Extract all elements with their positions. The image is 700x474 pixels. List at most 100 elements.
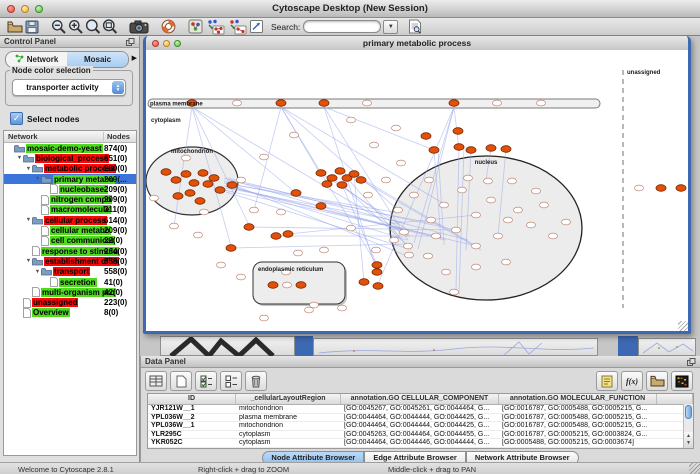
network-node-unselected[interactable] xyxy=(392,125,401,131)
network-node-unselected[interactable] xyxy=(458,187,467,193)
zoom-out-icon[interactable] xyxy=(50,19,67,35)
zoom-fit-icon[interactable] xyxy=(101,19,118,35)
table-scrollbar[interactable]: ▲▼ xyxy=(683,404,693,448)
delete-attribute-icon[interactable] xyxy=(245,371,267,391)
network-node-selected[interactable] xyxy=(226,245,236,252)
network-node-unselected[interactable] xyxy=(338,305,347,311)
column-management-icon[interactable] xyxy=(145,371,167,391)
network-node-selected[interactable] xyxy=(181,171,191,178)
network-node-unselected[interactable] xyxy=(508,178,517,184)
network-node-selected[interactable] xyxy=(356,177,366,184)
network-node-unselected[interactable] xyxy=(370,142,379,148)
notes-icon[interactable] xyxy=(596,371,618,391)
network-node-unselected[interactable] xyxy=(493,100,502,106)
table-row[interactable]: YPL036W__2plasma membrane[GO:0044464, GO… xyxy=(148,414,693,423)
tree-row[interactable]: nitrogen compo209(0) xyxy=(4,194,136,204)
scrollbar-thumb[interactable] xyxy=(685,405,692,419)
network-node-unselected[interactable] xyxy=(424,253,433,259)
tree-row[interactable]: unassigned223(0) xyxy=(4,297,136,307)
tree-row[interactable]: ▼establishment of lo558(0) xyxy=(4,256,136,266)
enhanced-search-icon[interactable] xyxy=(406,19,423,35)
network-node-unselected[interactable] xyxy=(514,207,523,213)
zoom-in-icon[interactable] xyxy=(67,19,84,35)
network-node-selected[interactable] xyxy=(171,177,181,184)
app-resize-grip[interactable] xyxy=(689,463,700,474)
network-node-selected[interactable] xyxy=(227,182,237,189)
network-node-unselected[interactable] xyxy=(233,100,242,106)
new-attribute-icon[interactable] xyxy=(170,371,192,391)
network-node-selected[interactable] xyxy=(189,180,199,187)
network-node-unselected[interactable] xyxy=(472,243,481,249)
network-node-unselected[interactable] xyxy=(452,227,461,233)
tree-row[interactable]: cell communicat22(0) xyxy=(4,236,136,246)
network-node-unselected[interactable] xyxy=(502,259,511,265)
network-node-unselected[interactable] xyxy=(427,217,436,223)
network-node-unselected[interactable] xyxy=(549,233,558,239)
open-icon[interactable] xyxy=(6,19,23,35)
network-node-unselected[interactable] xyxy=(410,192,419,198)
network-node-unselected[interactable] xyxy=(472,212,481,218)
column-header-molecular-function[interactable]: annotation.GO MOLECULAR_FUNCTION xyxy=(499,394,657,404)
network-node-selected[interactable] xyxy=(316,203,326,210)
network-node-unselected[interactable] xyxy=(390,237,399,243)
float-panel-icon[interactable] xyxy=(687,358,696,368)
tree-row[interactable]: ▼primary metabo209(... xyxy=(4,174,136,184)
network-node-unselected[interactable] xyxy=(372,247,381,253)
network-node-unselected[interactable] xyxy=(394,207,403,213)
network-node-unselected[interactable] xyxy=(562,219,571,225)
column-header-region[interactable]: _cellularLayoutRegion xyxy=(236,394,341,404)
network-node-selected[interactable] xyxy=(486,145,496,152)
select-attributes-icon[interactable] xyxy=(195,371,217,391)
network-window-title-bar[interactable]: primary metabolic process xyxy=(146,36,688,51)
network-node-unselected[interactable] xyxy=(450,289,459,295)
network-node-unselected[interactable] xyxy=(494,233,503,239)
window-resize-grip[interactable] xyxy=(678,321,688,331)
tree-row[interactable]: macromolecule311(0) xyxy=(4,205,136,215)
network-node-unselected[interactable] xyxy=(182,155,191,161)
network-node-selected[interactable] xyxy=(195,198,205,205)
network-node-selected[interactable] xyxy=(268,282,278,289)
tree-expand-arrow-icon[interactable]: ▼ xyxy=(34,269,41,275)
tree-row[interactable]: ▼cellular process614(0) xyxy=(4,215,136,225)
tab-overflow-arrow[interactable]: ▶ xyxy=(132,54,137,62)
network-node-selected[interactable] xyxy=(349,171,359,178)
network-node-unselected[interactable] xyxy=(400,229,409,235)
tree-row[interactable]: multi-organism pro42(0) xyxy=(4,287,136,297)
network-node-unselected[interactable] xyxy=(170,223,179,229)
network-node-unselected[interactable] xyxy=(397,160,406,166)
network-node-selected[interactable] xyxy=(244,224,254,231)
network-node-unselected[interactable] xyxy=(425,177,434,183)
tree-row[interactable]: Overview8(0) xyxy=(4,308,136,318)
network-node-selected[interactable] xyxy=(372,269,382,276)
table-row[interactable]: YLR295Ccytoplasm[GO:0045263, GO:0044464,… xyxy=(148,431,693,440)
network-node-unselected[interactable] xyxy=(363,100,372,106)
network-node-unselected[interactable] xyxy=(440,202,449,208)
network-node-selected[interactable] xyxy=(359,279,369,286)
tree-row[interactable]: ▼metabolic process280(0) xyxy=(4,164,136,174)
network-node-unselected[interactable] xyxy=(250,207,259,213)
annotation-icon[interactable] xyxy=(248,19,265,35)
network-node-selected[interactable] xyxy=(316,170,326,177)
tab-network[interactable]: Network xyxy=(6,52,67,67)
network-node-selected[interactable] xyxy=(373,283,383,290)
search-dropdown-button[interactable]: ▼ xyxy=(383,20,398,34)
network-node-unselected[interactable] xyxy=(504,217,513,223)
node-color-dropdown[interactable]: transporter activity ▲▼ xyxy=(12,79,126,96)
tree-row[interactable]: ▼biological_process651(0) xyxy=(4,153,136,163)
tree-expand-arrow-icon[interactable]: ▼ xyxy=(25,166,32,172)
table-row[interactable]: YKR052Ccytoplasm[GO:0044464, GO:0044446,… xyxy=(148,439,693,448)
network-node-unselected[interactable] xyxy=(472,264,481,270)
network-node-unselected[interactable] xyxy=(200,209,209,215)
zoom-selected-icon[interactable] xyxy=(84,19,101,35)
network-node-selected[interactable] xyxy=(322,181,332,188)
network-node-unselected[interactable] xyxy=(487,197,496,203)
network-node-unselected[interactable] xyxy=(442,269,451,275)
network-node-unselected[interactable] xyxy=(320,247,329,253)
network-node-selected[interactable] xyxy=(337,182,347,189)
unselect-attributes-icon[interactable] xyxy=(220,371,242,391)
network-node-selected[interactable] xyxy=(203,181,213,188)
network-node-selected[interactable] xyxy=(449,100,459,107)
tree-row[interactable]: cellular metabo209(0) xyxy=(4,225,136,235)
network-node-selected[interactable] xyxy=(429,147,439,154)
scrollbar-arrows[interactable]: ▲▼ xyxy=(684,432,693,448)
